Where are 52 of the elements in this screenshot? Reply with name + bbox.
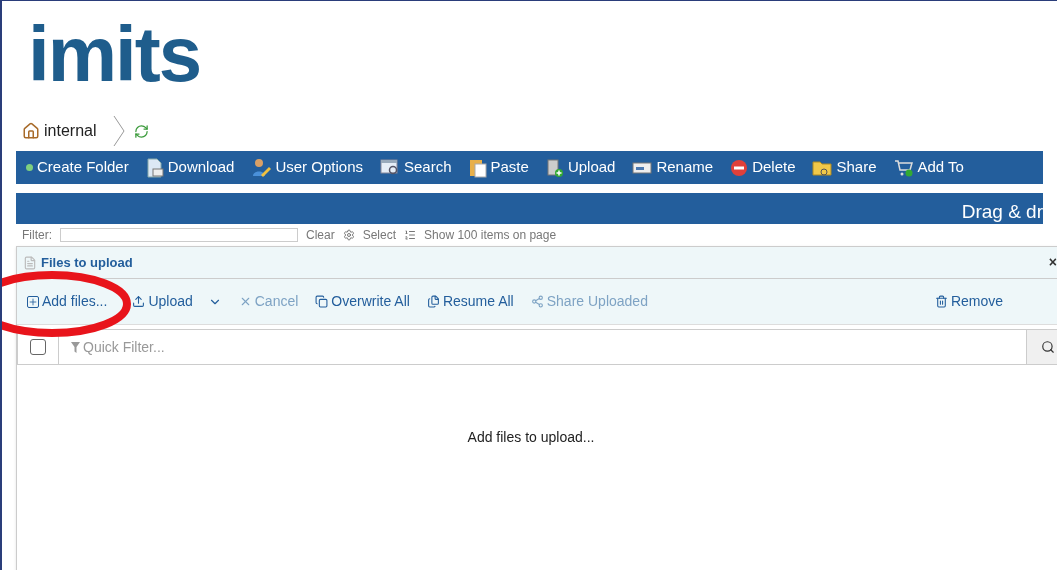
window-search-icon <box>380 158 400 177</box>
remove-button[interactable]: Remove <box>934 291 1004 312</box>
toolbar-action[interactable]: Resume All <box>426 291 514 312</box>
search-button[interactable] <box>1026 329 1057 365</box>
toolbar-action[interactable]: Overwrite All <box>315 291 410 312</box>
plus-icon <box>27 295 39 308</box>
toolbar-button[interactable]: Create Folder <box>37 156 129 179</box>
clear-link[interactable]: Clear <box>306 226 335 244</box>
folder-icon <box>812 158 833 177</box>
copy-icon <box>315 295 329 308</box>
empty-message: Add files to upload... <box>467 428 595 445</box>
toolbar-action[interactable]: Add files... <box>27 291 108 312</box>
filter-field[interactable] <box>60 228 298 242</box>
show-items-link[interactable]: Show 100 items on page <box>424 226 557 244</box>
trash-icon <box>934 295 948 308</box>
server-plus-icon <box>545 157 564 178</box>
chevron-separator-icon <box>112 115 127 147</box>
user-pencil-icon <box>251 157 272 178</box>
filter-icon <box>71 342 80 353</box>
files-icon <box>426 295 440 308</box>
banner-text: Drag & dr <box>961 200 1043 224</box>
list-icon <box>404 229 417 241</box>
toolbar-button[interactable]: Share <box>836 156 877 179</box>
close-button[interactable]: × <box>1048 252 1057 273</box>
document-icon <box>145 157 164 178</box>
toolbar-button[interactable]: Upload <box>567 156 616 179</box>
toolbar-button[interactable]: User Options <box>275 156 363 179</box>
document-icon <box>23 255 37 270</box>
toolbar-action[interactable]: Upload <box>132 291 193 312</box>
dialog-title: Files to upload <box>41 253 133 272</box>
select-link[interactable]: Select <box>362 226 397 244</box>
cart-icon <box>893 158 914 177</box>
rename-icon <box>632 159 653 176</box>
select-all-checkbox[interactable] <box>30 339 46 355</box>
quick-filter-field[interactable]: Quick Filter... <box>59 329 1026 365</box>
toolbar-button[interactable]: Paste <box>490 156 529 179</box>
gear-icon <box>342 229 355 241</box>
home-icon <box>22 122 40 140</box>
filter-label: Filter: <box>22 227 52 244</box>
toolbar-button[interactable]: Add To <box>917 156 964 179</box>
toolbar-button[interactable]: Rename <box>656 156 714 179</box>
clipboard-icon <box>468 157 487 178</box>
toolbar-button[interactable]: Search <box>404 156 452 179</box>
toolbar-button[interactable]: Delete <box>752 156 796 179</box>
breadcrumb-item[interactable]: internal <box>44 119 97 143</box>
no-entry-icon <box>730 158 749 177</box>
toolbar-button[interactable]: Download <box>167 156 235 179</box>
search-icon <box>1041 340 1055 354</box>
share-icon <box>530 295 544 308</box>
logo: imits <box>28 10 201 98</box>
refresh-icon[interactable] <box>134 123 150 139</box>
upload-icon <box>132 295 146 308</box>
